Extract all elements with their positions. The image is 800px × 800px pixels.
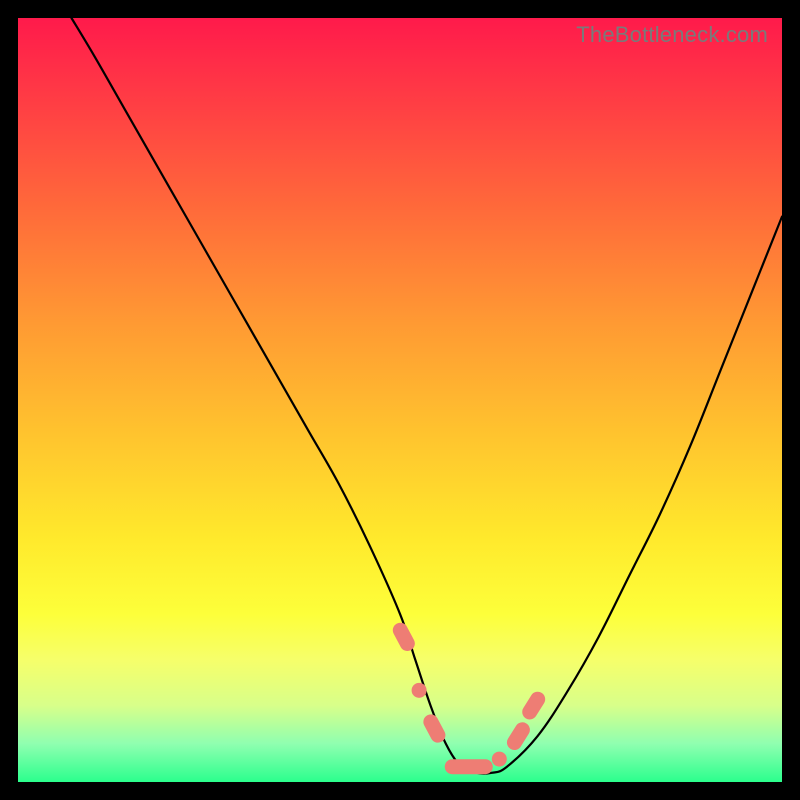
bottleneck-curve [71, 18, 782, 774]
watermark-text: TheBottleneck.com [576, 22, 768, 48]
chart-frame: TheBottleneck.com [18, 18, 782, 782]
marker-pill [445, 759, 493, 774]
chart-svg [18, 18, 782, 782]
marker-dot [412, 683, 427, 698]
marker-pill [519, 689, 548, 722]
marker-pill [390, 620, 417, 654]
marker-dot [492, 752, 507, 767]
